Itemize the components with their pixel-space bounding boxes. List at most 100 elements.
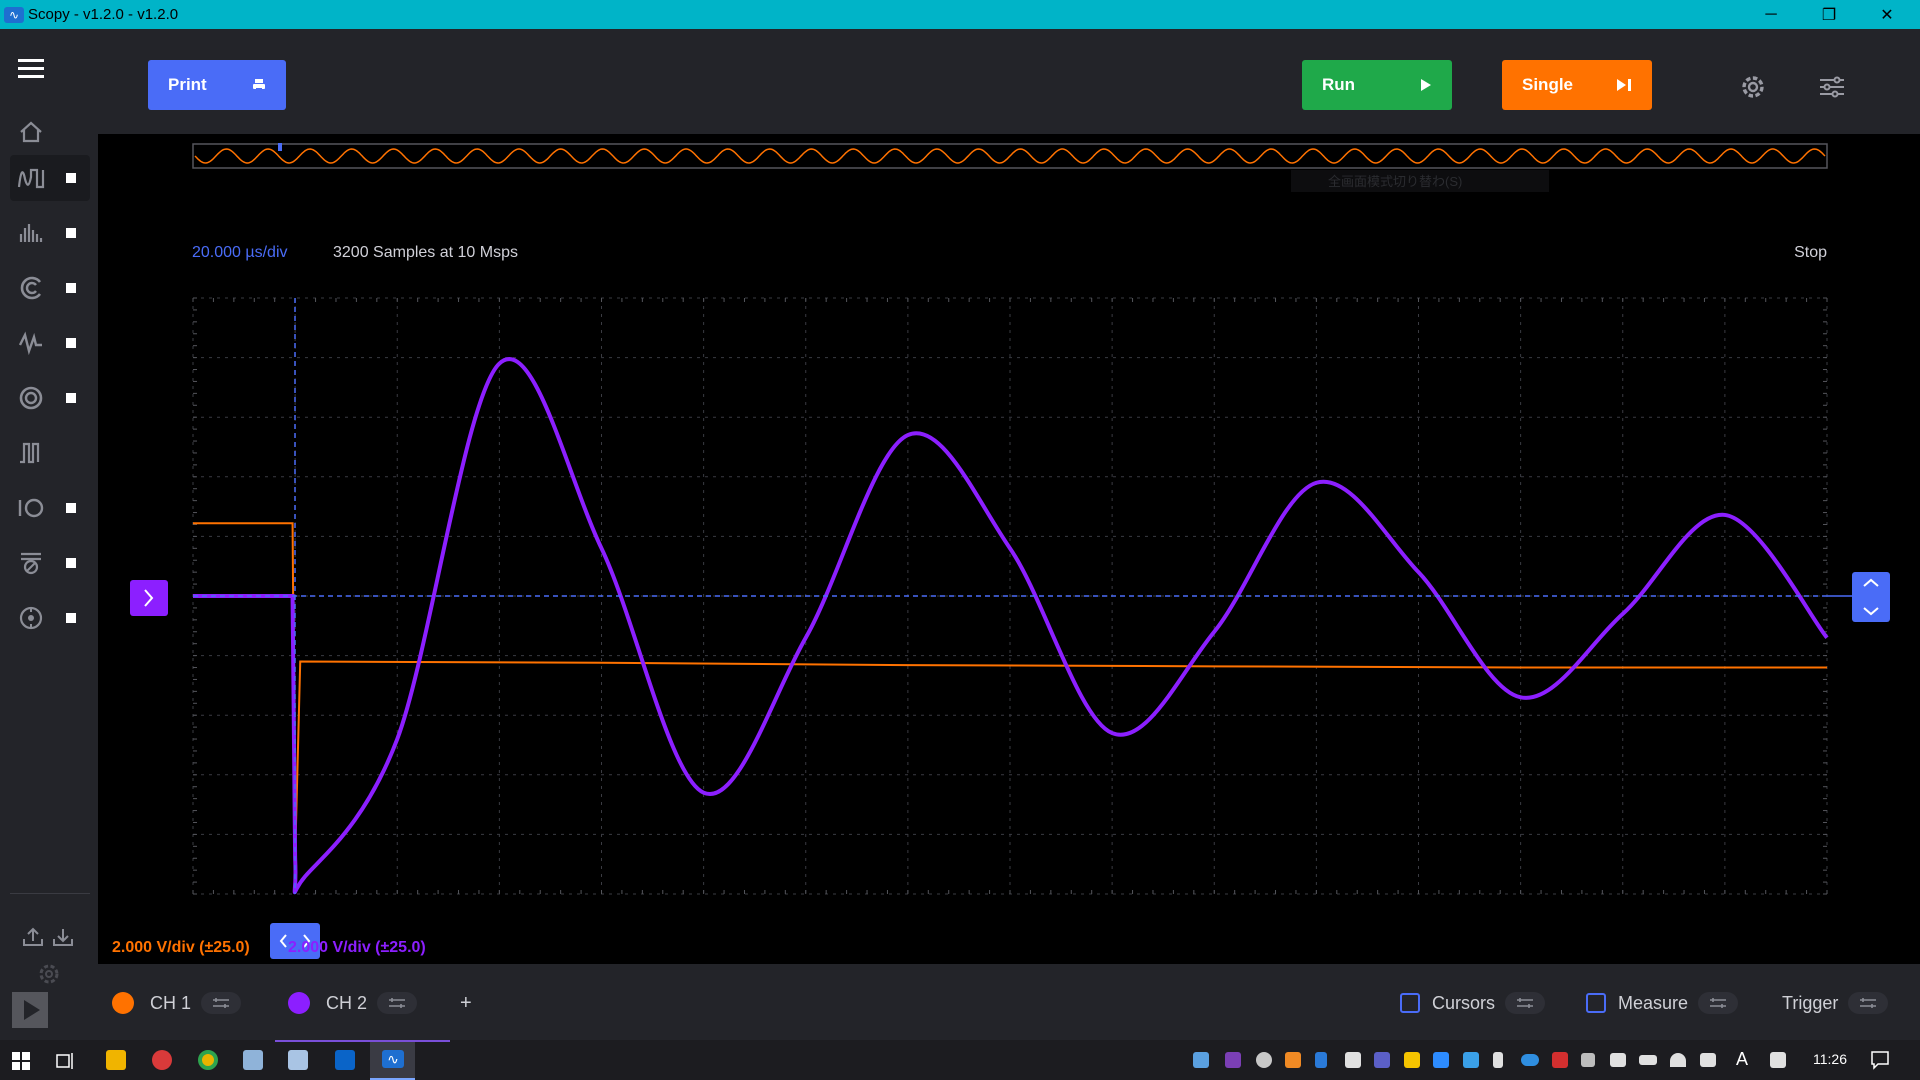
antivirus-icon[interactable] <box>1552 1052 1568 1068</box>
channel-ch1[interactable]: CH 1 <box>112 991 242 1015</box>
window-title: Scopy - v1.2.0 - v1.2.0 <box>28 6 179 23</box>
status-indicator <box>66 558 76 568</box>
import-icon[interactable] <box>52 927 74 952</box>
trigger-toggle[interactable]: Trigger <box>1782 991 1889 1015</box>
play-icon <box>1421 79 1431 91</box>
tray-icon-1[interactable] <box>1193 1052 1209 1068</box>
trigger-label: Trigger <box>1782 992 1839 1013</box>
bottom-channel-bar: CH 1 CH 2 + Cursors Measure Trigger <box>98 964 1920 1040</box>
plot-canvas: 全画面模式切り替わ(S) 20.000 µs/div 3200 Samples … <box>130 143 1890 959</box>
add-channel-button[interactable]: + <box>460 991 472 1015</box>
status-indicator <box>66 283 76 293</box>
file-explorer-icon[interactable] <box>106 1050 126 1070</box>
sidebar-item-oscilloscope[interactable] <box>10 155 90 201</box>
oscilloscope-main: Print Run Single 全画面模式切り替わ(S) 20.000 µs/… <box>98 29 1920 1040</box>
tray-icon-3[interactable] <box>1256 1052 1272 1068</box>
single-button[interactable]: Single <box>1502 60 1652 110</box>
sidebar-item-network-analyzer[interactable] <box>10 265 90 311</box>
ch2-color-dot <box>288 992 310 1014</box>
onedrive-icon[interactable] <box>1521 1054 1539 1066</box>
sidebar-item-logic-analyzer[interactable] <box>10 595 90 641</box>
status-indicator <box>66 503 76 513</box>
top-toolbar: Print Run Single <box>98 29 1920 134</box>
ch1-scale-label: 2.000 V/div (±25.0) <box>112 939 250 956</box>
export-icon[interactable] <box>22 927 44 952</box>
print-button[interactable]: Print <box>148 60 286 110</box>
tray-icon-4[interactable] <box>1285 1052 1301 1068</box>
tray-icon-14[interactable] <box>1581 1053 1595 1067</box>
security-shield-icon[interactable] <box>1345 1052 1361 1068</box>
trigger-level-handle[interactable] <box>1852 572 1890 622</box>
scopy-taskbar-button[interactable]: ∿ <box>370 1040 415 1080</box>
samples-info-label: 3200 Samples at 10 Msps <box>333 244 518 261</box>
measure-toggle[interactable]: Measure <box>1586 991 1739 1015</box>
sidebar-item-home[interactable] <box>10 109 90 155</box>
ch1-label: CH 1 <box>150 992 192 1013</box>
volume-muted-icon[interactable] <box>1700 1053 1716 1067</box>
acquisition-status-label: Stop <box>1794 244 1827 261</box>
measure-settings-icon[interactable] <box>1698 992 1739 1014</box>
onenote-icon[interactable] <box>1225 1052 1241 1068</box>
home-icon <box>20 121 42 143</box>
ch2-offset-handle[interactable] <box>130 580 168 616</box>
ime-indicator-icon[interactable]: A <box>1736 1049 1748 1070</box>
run-all-play-icon[interactable] <box>12 992 48 1028</box>
voltmeter-icon <box>19 386 43 410</box>
power-supply-icon <box>21 552 41 575</box>
ch2-scale-label: 2.000 V/div (±25.0) <box>288 939 426 956</box>
sidebar-item-signal-generator[interactable] <box>10 320 90 366</box>
ch2-settings-icon[interactable] <box>377 992 418 1014</box>
status-indicator <box>66 338 76 348</box>
network-analyzer-icon <box>20 276 42 300</box>
battery-icon[interactable] <box>1639 1055 1657 1065</box>
minimize-button[interactable]: ─ <box>1742 0 1800 29</box>
tool-sidebar <box>0 29 98 1040</box>
app-icon-5[interactable] <box>288 1050 308 1070</box>
wifi-icon[interactable] <box>1670 1053 1686 1067</box>
trigger-settings-icon[interactable] <box>1848 992 1889 1014</box>
settings-gear-icon[interactable] <box>1740 74 1766 105</box>
close-button[interactable]: ✕ <box>1858 0 1916 29</box>
usb-icon[interactable] <box>1493 1052 1503 1068</box>
notification-center-icon[interactable] <box>1870 1050 1890 1075</box>
task-view-icon[interactable] <box>56 1052 76 1075</box>
sidebar-item-voltmeter[interactable] <box>10 375 90 421</box>
bluetooth-icon[interactable] <box>1315 1052 1327 1068</box>
overview-position-marker[interactable] <box>278 143 282 151</box>
status-indicator <box>66 228 76 238</box>
sidebar-item-pattern-generator[interactable] <box>10 430 90 476</box>
ch1-settings-icon[interactable] <box>201 992 242 1014</box>
ch1-color-dot <box>112 992 134 1014</box>
tray-icon-10[interactable] <box>1463 1052 1479 1068</box>
sidebar-item-digital-io[interactable] <box>10 485 90 531</box>
teams-icon[interactable] <box>1374 1052 1390 1068</box>
pattern-generator-icon <box>20 442 40 464</box>
zoom-icon[interactable] <box>1433 1052 1449 1068</box>
channel-ch2[interactable]: CH 2 <box>288 991 418 1015</box>
hamburger-menu-icon[interactable] <box>18 59 44 79</box>
windows-start-icon[interactable] <box>12 1052 30 1075</box>
preferences-gear-icon[interactable] <box>37 962 61 991</box>
cursors-settings-icon[interactable] <box>1505 992 1546 1014</box>
outlook-icon[interactable] <box>335 1050 355 1070</box>
os-taskbar: ∿ A 11:26 <box>0 1040 1920 1080</box>
tray-icon-15[interactable] <box>1610 1053 1626 1067</box>
tray-icon-8[interactable] <box>1404 1052 1420 1068</box>
time-base-label: 20.000 µs/div <box>192 244 288 261</box>
restore-button[interactable]: ❐ <box>1800 0 1858 29</box>
sidebar-item-power-supply[interactable] <box>10 540 90 586</box>
run-button[interactable]: Run <box>1302 60 1452 110</box>
app-icon-4[interactable] <box>243 1050 263 1070</box>
general-settings-icon[interactable] <box>1818 76 1846 103</box>
app-icon-2[interactable] <box>152 1050 172 1070</box>
taskbar-clock: 11:26 <box>1813 1051 1847 1067</box>
run-label: Run <box>1322 75 1356 94</box>
scopy-app-icon: ∿ <box>4 6 24 23</box>
tray-icon-20[interactable] <box>1770 1052 1786 1068</box>
cursors-toggle[interactable]: Cursors <box>1400 991 1546 1015</box>
chrome-icon[interactable] <box>198 1050 218 1070</box>
measure-checkbox[interactable] <box>1586 993 1606 1013</box>
print-label: Print <box>168 75 207 94</box>
sidebar-item-spectrum[interactable] <box>10 210 90 256</box>
cursors-checkbox[interactable] <box>1400 993 1420 1013</box>
